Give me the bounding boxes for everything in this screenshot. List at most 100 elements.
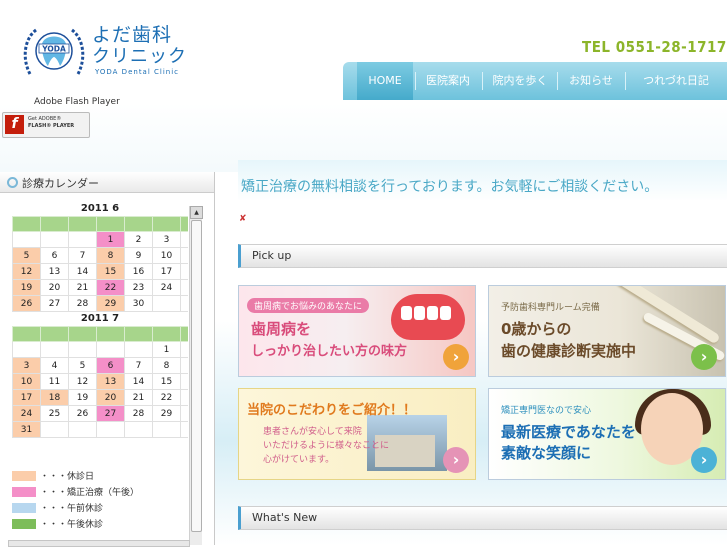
calendar-day-cell [180,421,188,438]
arrow-right-icon[interactable]: › [443,447,469,473]
calendar-day-cell: 23 [180,389,188,406]
calendar-week-row: 19202122232425 [12,279,188,296]
calendar-day-cell: 27 [96,405,125,422]
calendar-day-cell: 26 [12,295,41,312]
calendar-day-cell: 13 [96,373,125,390]
calendar-day-cell: 4 [180,231,188,248]
legend-swatch [12,519,36,529]
calendar-day-cell: 23 [124,279,153,296]
legend-swatch [12,471,36,481]
announcement-text: 矯正治療の無料相談を行っております。お気軽にご相談ください。 [241,179,659,195]
banner-headline: 歯周病を [251,320,312,338]
weekday-header-cell [152,216,181,232]
nav-separator [482,72,483,90]
scrollbar-thumb[interactable] [191,220,202,532]
calendar-day-cell: 29 [152,405,181,422]
periodontal-banner[interactable]: 歯周病でお悩みのあなたに 歯周病を しっかり治したい方の味方 › [238,285,476,377]
calendar-month-title: 2011 7 [80,313,120,324]
calendar-day-cell: 26 [68,405,97,422]
yoda-logo-emblem[interactable]: YODA [22,24,86,80]
calendar-day-cell [180,295,188,312]
calendar-day-cell: 1 [152,341,181,358]
flash-badge-line2: FLASH® PLAYER [28,123,75,129]
logo-title-line2: クリニック [92,46,187,67]
arrow-right-icon[interactable]: › [443,344,469,370]
banner-tag: 予防歯科専門ルーム完備 [501,303,600,313]
calendar-day-cell: 5 [68,357,97,374]
calendar-day-cell: 29 [96,295,125,312]
banner-subline: しっかり治したい方の味方 [251,344,408,359]
calendar-week-row: 10111213141516 [12,373,188,390]
calendar-day-cell [40,231,69,248]
logo-subtitle: YODA Dental Clinic [95,68,180,76]
calendar-day-cell [152,295,181,312]
calendar-horizontal-scrollbar[interactable] [8,540,190,547]
calendar-table: 1234567891011121314151617181920212223242… [12,326,188,438]
get-flash-player-button[interactable]: f Get ADOBE® FLASH® PLAYER [2,112,90,138]
calendar-day-cell: 15 [96,263,125,280]
calendar-day-cell: 6 [40,247,69,264]
calendar-day-cell [68,341,97,358]
whatsnew-title: What's New [252,511,318,524]
calendar-day-cell: 3 [152,231,181,248]
weekday-header-cell [12,216,41,232]
calendar-day-cell: 17 [152,263,181,280]
calendar-day-cell: 4 [40,357,69,374]
circle-bullet-icon [7,177,18,188]
calendar-day-cell: 19 [68,389,97,406]
calendar-week-row: 12131415161718 [12,263,188,280]
sidebar: 診療カレンダー 2011 612345678910111213141516171… [0,172,215,547]
banner-text-line2: いただけるように様々なことに [263,441,390,451]
calendar-week-row: 17181920212223 [12,389,188,406]
scroll-up-arrow-icon[interactable]: ▲ [190,206,203,219]
nav-item-diary[interactable]: つれづれ日記 [629,62,723,100]
calendar-day-cell [12,231,41,248]
legend-label: ・・・休診日 [40,472,95,482]
banner-subline: 歯の健康診断実施中 [501,342,637,360]
calendar-day-cell: 15 [152,373,181,390]
calendar-day-cell: 10 [152,247,181,264]
calendar-weekday-header [12,216,188,232]
calendar-week-row: 3456789 [12,357,188,374]
legend-label: ・・・矯正治療（午後） [40,488,140,498]
calendar-day-cell: 12 [68,373,97,390]
orthodontics-banner[interactable]: 矯正専門医なので安心 最新医療であなたを 素敵な笑顔に › [488,388,726,480]
arrow-right-icon[interactable]: › [691,344,717,370]
calendar-month-title: 2011 6 [80,203,120,214]
calendar-day-cell [68,421,97,438]
weekday-header-cell [40,326,69,342]
calendar-day-cell [40,421,69,438]
logo-badge-text: YODA [41,45,66,54]
calendar-day-cell [152,421,181,438]
calendar-week-row: 24252627282930 [12,405,188,422]
calendar-scrollbar[interactable]: ▲ [189,206,203,545]
flash-caption: Adobe Flash Player [34,97,120,107]
checkup-banner[interactable]: 予防歯科専門ルーム完備 0歳からの 歯の健康診断実施中 › [488,285,726,377]
nav-separator [415,72,416,90]
calendar-day-cell: 30 [180,405,188,422]
nav-item-clinic-tour[interactable]: 院内を歩く [485,62,555,100]
arrow-right-icon[interactable]: › [691,447,717,473]
calendar-day-cell: 5 [12,247,41,264]
whatsnew-section-header: What's New [238,506,727,530]
calendar-table: 1234567891011121314151617181920212223242… [12,216,188,312]
calendar-day-cell [124,421,153,438]
calendar-day-cell: 28 [124,405,153,422]
nav-item-home[interactable]: HOME [357,62,413,100]
main-nav: HOME 医院案内 院内を歩く お知らせ つれづれ日記 [343,62,727,100]
weekday-header-cell [68,216,97,232]
broken-image-icon: ✘ [239,214,247,224]
calendar-day-cell: 19 [12,279,41,296]
calendar-week-row: 26 27 28 29 30 [12,295,188,312]
nav-item-clinic-info[interactable]: 医院案内 [418,62,478,100]
banner-text-line3: 心がけています。 [263,455,335,465]
calendar-week-row: 1234 [12,231,188,248]
calendar-day-cell: 27 [40,295,69,312]
phone-number: TEL 0551-28-1717 [582,38,727,56]
weekday-header-cell [124,326,153,342]
nav-item-news[interactable]: お知らせ [560,62,622,100]
calendar-day-cell: 8 [152,357,181,374]
clinic-commitment-banner[interactable]: 当院のこだわりをご紹介！！ 患者さんが安心して来院 いただけるように様々なことに… [238,388,476,480]
banner-text-line1: 患者さんが安心して来院 [263,427,362,437]
legend-swatch [12,503,36,513]
